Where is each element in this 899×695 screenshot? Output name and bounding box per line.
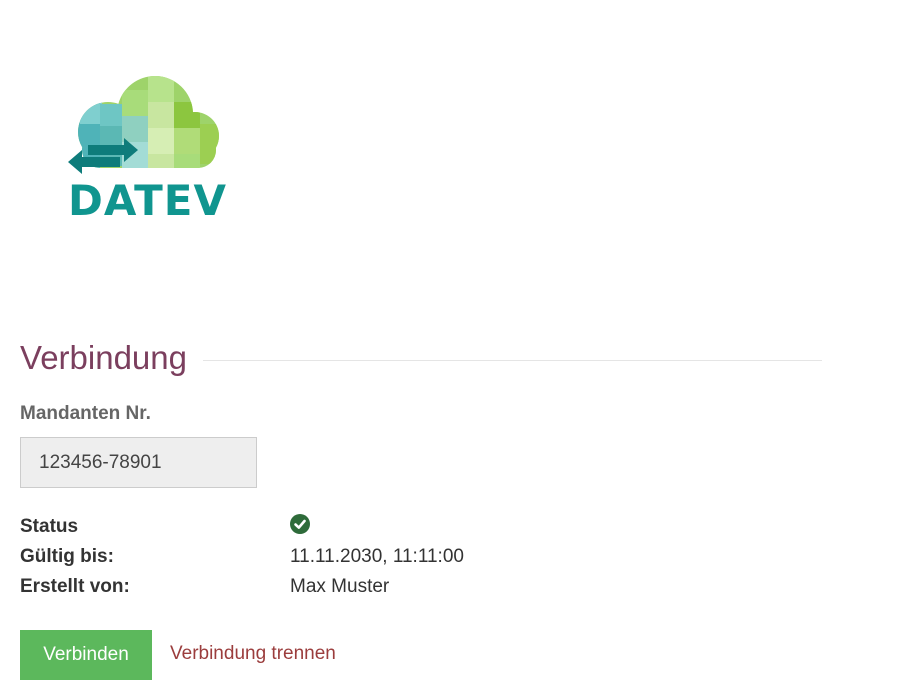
section-title: Verbindung (20, 339, 187, 376)
created-by-row: Erstellt von: Max Muster (20, 572, 464, 602)
status-value (290, 514, 310, 540)
valid-until-row: Gültig bis: 11.11.2030, 11:11:00 (20, 542, 464, 572)
connect-button[interactable]: Verbinden (20, 630, 152, 680)
valid-until-value: 11.11.2030, 11:11:00 (290, 546, 464, 567)
page: DATEV Verbindung Mandanten Nr. Status Gü… (0, 0, 899, 695)
client-number-label: Mandanten Nr. (20, 403, 151, 424)
client-number-input[interactable] (20, 437, 257, 488)
section-header: Verbindung (20, 336, 822, 380)
check-circle-icon (290, 514, 310, 534)
datev-logo-text: DATEV (68, 176, 227, 225)
created-by-label: Erstellt von: (20, 576, 130, 597)
connection-info: Status Gültig bis: 11.11.2030, 11:11:00 … (20, 512, 464, 602)
valid-until-label: Gültig bis: (20, 546, 114, 567)
disconnect-link[interactable]: Verbindung trennen (170, 643, 336, 665)
section-divider (202, 359, 822, 361)
created-by-value: Max Muster (290, 576, 390, 597)
cloud-exchange-logo-icon (68, 76, 219, 174)
status-label: Status (20, 516, 79, 537)
status-row: Status (20, 512, 464, 542)
